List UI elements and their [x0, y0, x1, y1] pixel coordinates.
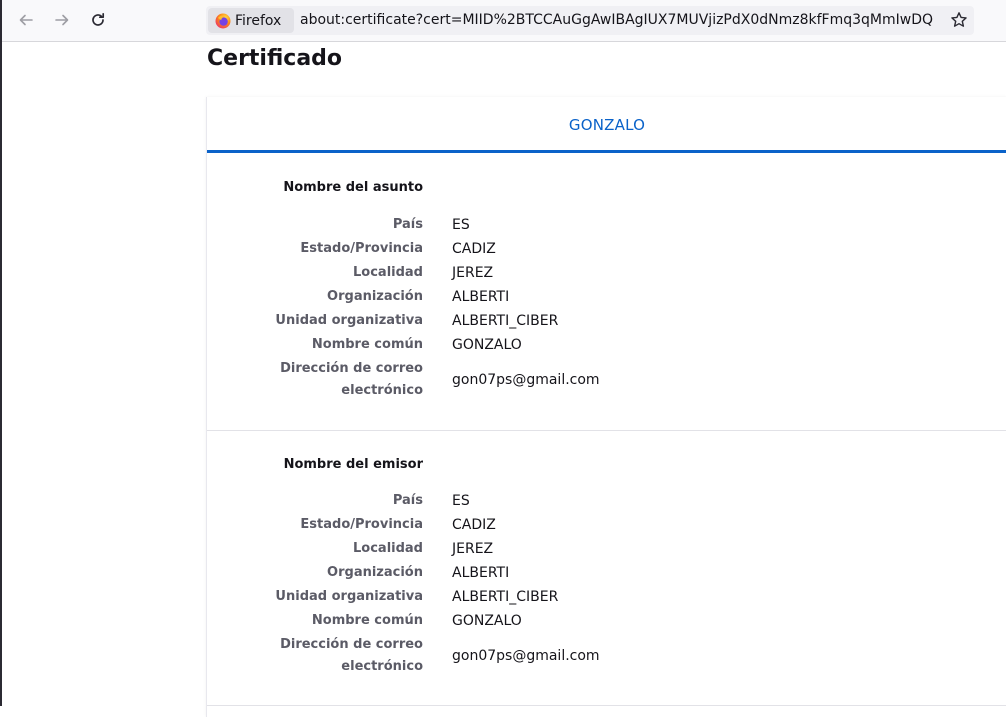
row-label: Localidad: [353, 541, 423, 556]
star-icon[interactable]: [950, 11, 968, 29]
url-bar[interactable]: Firefox about:certificate?cert=MIID%2BTC…: [206, 6, 974, 35]
row-value: JEREZ: [452, 265, 494, 281]
row-label: Organización: [327, 289, 423, 304]
row-value: ES: [452, 217, 470, 233]
row-value: ALBERTI_CIBER: [452, 589, 559, 605]
info-row: Nombre común GONZALO: [207, 334, 1006, 358]
row-label: Organización: [327, 565, 423, 580]
info-row: Organización ALBERTI: [207, 286, 1006, 310]
row-value: ALBERTI: [452, 565, 510, 581]
email-value: gon07ps@gmail.com: [452, 372, 600, 388]
row-label: Nombre común: [311, 337, 423, 352]
reload-button[interactable]: [84, 6, 112, 34]
url-text[interactable]: about:certificate?cert=MIID%2BTCCAuGgAwI…: [300, 12, 940, 28]
row-label: País: [392, 217, 423, 232]
row-value: ALBERTI: [452, 289, 510, 305]
email-value: gon07ps@gmail.com: [452, 648, 600, 664]
subject-section: Nombre del asunto País ES Estado/Provinc…: [207, 153, 1006, 430]
info-row-email: Dirección de correo electrónico gon07ps@…: [207, 634, 1006, 680]
forward-button[interactable]: [48, 6, 76, 34]
row-value: CADIZ: [452, 241, 496, 257]
issuer-section: Nombre del emisor País ES Estado/Provinc…: [207, 431, 1006, 707]
info-row: Organización ALBERTI: [207, 562, 1006, 586]
row-value: JEREZ: [452, 541, 494, 557]
row-value: ES: [452, 493, 470, 509]
row-label: electrónico: [341, 383, 423, 398]
firefox-logo: [215, 13, 231, 28]
info-row-email: Dirección de correo electrónico gon07ps@…: [207, 358, 1006, 404]
info-row: Unidad organizativa ALBERTI_CIBER: [207, 310, 1006, 334]
row-label: Dirección de correo: [280, 361, 423, 376]
section-title-issuer: Nombre del emisor: [283, 457, 423, 472]
row-label: electrónico: [341, 659, 423, 674]
identity-box[interactable]: Firefox: [208, 8, 294, 33]
info-row: País ES: [207, 490, 1006, 514]
info-row: Unidad organizativa ALBERTI_CIBER: [207, 586, 1006, 610]
window-edge: [0, 0, 2, 706]
row-value: ALBERTI_CIBER: [452, 313, 559, 329]
arrow-left-icon: [19, 14, 33, 26]
row-label: Unidad organizativa: [275, 589, 423, 604]
info-row: Localidad JEREZ: [207, 538, 1006, 562]
row-label: Localidad: [353, 265, 423, 280]
info-row: Localidad JEREZ: [207, 262, 1006, 286]
row-label: Dirección de correo: [280, 637, 423, 652]
back-button[interactable]: [12, 6, 40, 34]
info-row: Nombre común GONZALO: [207, 610, 1006, 634]
section-title-subject: Nombre del asunto: [283, 180, 423, 195]
page-title: Certificado: [207, 46, 343, 71]
row-label: Estado/Provincia: [300, 517, 423, 532]
browser-toolbar: Firefox about:certificate?cert=MIID%2BTC…: [2, 0, 1006, 42]
certificate-card: GONZALO Nombre del asunto País ES Estado…: [206, 97, 1006, 717]
row-label: Estado/Provincia: [300, 241, 423, 256]
identity-label: Firefox: [235, 12, 282, 29]
row-label: Nombre común: [311, 613, 423, 628]
info-row: País ES: [207, 214, 1006, 238]
arrow-right-icon: [55, 14, 69, 26]
reload-icon: [92, 12, 105, 26]
row-value: CADIZ: [452, 517, 496, 533]
tab-gonzalo[interactable]: GONZALO: [207, 97, 1006, 153]
info-row: Estado/Provincia CADIZ: [207, 238, 1006, 262]
row-value: GONZALO: [452, 337, 522, 353]
row-label: Unidad organizativa: [275, 313, 423, 328]
row-value: GONZALO: [452, 613, 522, 629]
row-label: País: [392, 493, 423, 508]
tab-label: GONZALO: [568, 116, 646, 134]
info-row: Estado/Provincia CADIZ: [207, 514, 1006, 538]
